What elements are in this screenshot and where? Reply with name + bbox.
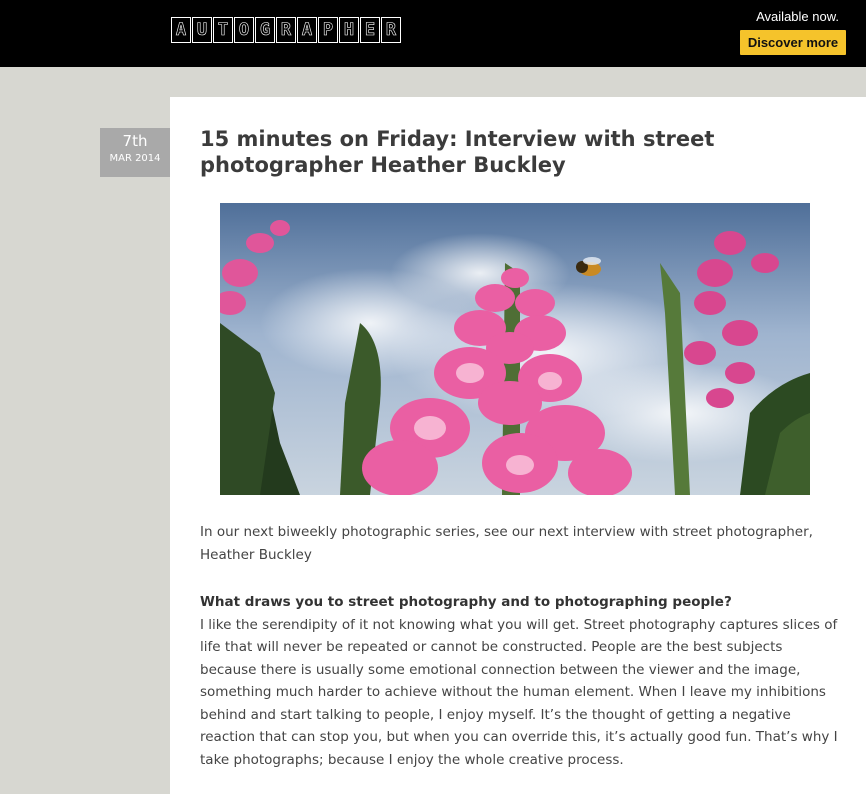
logo-letter: O: [234, 17, 254, 43]
interview-qa: What draws you to street photography and…: [200, 591, 840, 771]
discover-more-button[interactable]: Discover more: [740, 30, 846, 55]
logo-letter: U: [192, 17, 212, 43]
date-badge: 7th MAR 2014: [100, 128, 170, 177]
logo-letter: H: [339, 17, 359, 43]
answer-paragraph: I like the serendipity of it not knowing…: [200, 616, 838, 768]
logo-letter: T: [213, 17, 233, 43]
top-bar: A U T O G R A P H E R Available now. Dis…: [0, 0, 866, 67]
date-month: MAR 2014: [109, 153, 161, 164]
date-day: 7th: [122, 132, 148, 150]
article-title[interactable]: 15 minutes on Friday: Interview with str…: [200, 126, 840, 178]
logo-letter: E: [360, 17, 380, 43]
logo-letter: P: [318, 17, 338, 43]
logo-letter: A: [171, 17, 191, 43]
available-now-text: Available now.: [756, 9, 839, 24]
article-intro: In our next biweekly photographic series…: [200, 524, 813, 563]
foxglove-bee-photo: [220, 203, 810, 495]
autographer-logo[interactable]: A U T O G R A P H E R: [171, 17, 402, 47]
question-heading: What draws you to street photography and…: [200, 594, 732, 610]
logo-letter: G: [255, 17, 275, 43]
logo-letter: R: [381, 17, 401, 43]
logo-letter: R: [276, 17, 296, 43]
logo-letter: A: [297, 17, 317, 43]
